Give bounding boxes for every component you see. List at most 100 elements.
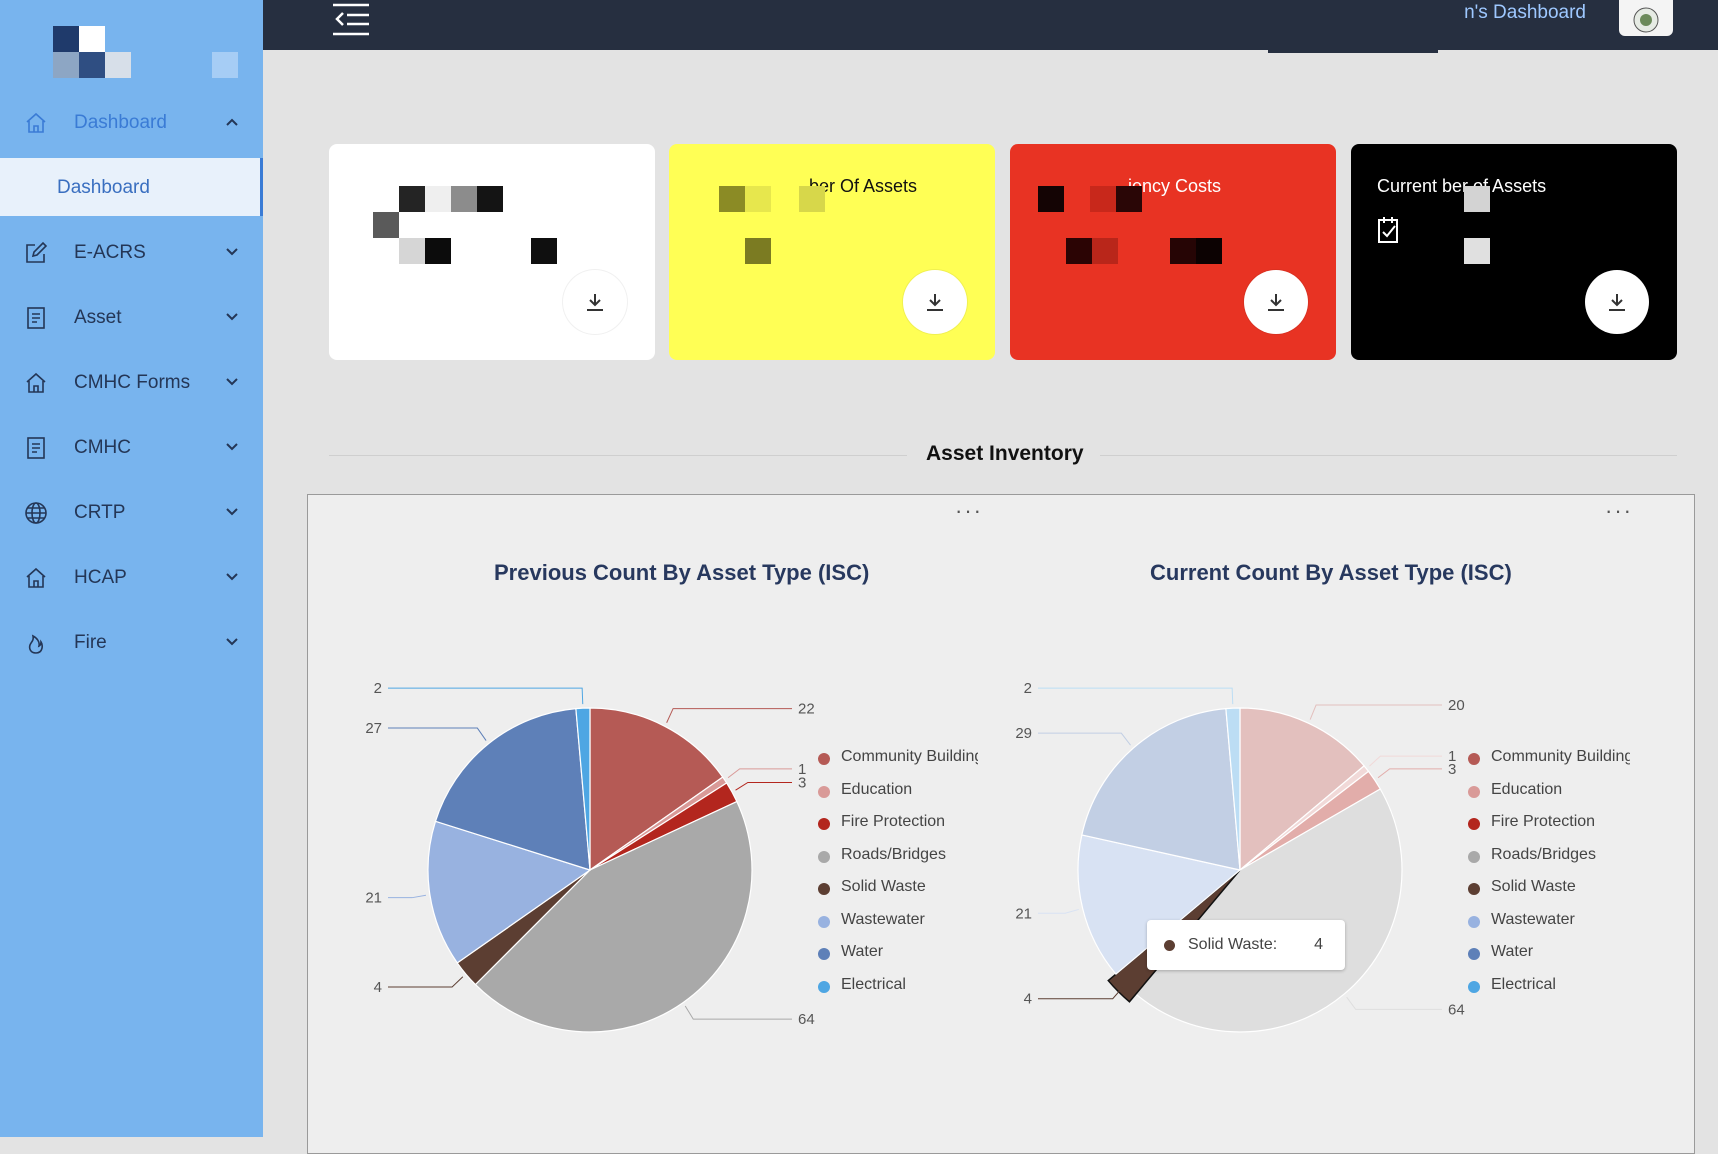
receipt-icon [27,307,45,329]
legend-item[interactable]: Electrical [818,976,978,1009]
sidebar-item-cmhc-forms[interactable]: CMHC Forms [0,355,263,411]
legend-swatch [1468,785,1480,798]
avatar[interactable] [1619,0,1673,36]
chart-title: Previous Count By Asset Type (ISC) [494,560,870,585]
chevron-down-icon [226,378,238,386]
sidebar-item-hcap[interactable]: HCAP [0,550,263,606]
sidebar-subitem-dashboard[interactable]: Dashboard [0,158,263,216]
label-leader-line [388,894,427,899]
data-label: 29 [1015,725,1032,742]
legend-item[interactable]: Roads/Bridges [818,846,978,879]
chart-menu-button[interactable]: ··· [1605,498,1633,524]
legend-item[interactable]: Wastewater [818,911,978,944]
community-seal-icon [1633,7,1659,33]
label-leader-line [1369,755,1442,767]
data-label: 20 [1448,697,1465,714]
download-icon [587,294,603,311]
legend-swatch [1468,915,1480,928]
download-button[interactable] [903,270,967,334]
pie-chart-previous: 221364421272 [365,680,815,1033]
stat-card-1 [329,144,655,360]
chevron-down-icon [226,508,238,516]
label-leader-line [1038,987,1123,1000]
label-leader-line [727,768,792,779]
chart-legend: Community Building Education Fire Protecti… [1468,748,1630,1008]
sidebar-item-crtp[interactable]: CRTP [0,485,263,541]
legend-swatch [818,753,830,765]
download-icon [1268,294,1284,311]
label-leader-line [388,727,487,741]
app-logo [53,26,243,80]
label-leader-line [735,781,792,791]
legend-item[interactable]: Water [1468,943,1630,976]
legend-item[interactable]: Education [1468,781,1630,814]
legend-swatch [1468,948,1480,960]
chevron-down-icon [226,443,238,451]
sidebar-item-dashboard[interactable]: Dashboard [0,95,263,151]
legend-item[interactable]: Community Building [1468,748,1630,781]
data-label: 3 [1448,761,1456,778]
sidebar-item-label: CRTP [74,502,126,523]
data-label: 21 [1015,905,1032,922]
legend-label: Education [1491,780,1563,798]
legend-item[interactable]: Electrical [1468,976,1630,1009]
chevron-down-icon [226,573,238,581]
sidebar-item-asset[interactable]: Asset [0,290,263,346]
download-button[interactable] [1244,270,1308,334]
tooltip-value: 4 [1314,936,1323,953]
download-button[interactable] [563,270,627,334]
legend-swatch [818,948,830,960]
chart-menu-button[interactable]: ··· [955,498,983,524]
sidebar-item-cmhc[interactable]: CMHC [0,420,263,476]
data-label: 64 [1448,1001,1465,1018]
menu-collapse-icon[interactable] [331,2,371,36]
sidebar-item-fire[interactable]: Fire [0,615,263,671]
legend-item[interactable]: Education [818,781,978,814]
legend-swatch [818,883,830,895]
label-leader-line [388,976,464,988]
legend-item[interactable]: Water [818,943,978,976]
sidebar-item-label: CMHC Forms [74,372,191,393]
sidebar-item-label: E-ACRS [74,242,146,263]
legend-label: Fire Protection [841,813,946,830]
data-label: 2 [374,680,382,697]
card-title: ber Of Assets [809,176,918,196]
label-leader-line [388,687,584,705]
legend-item[interactable]: Roads/Bridges [1468,846,1630,879]
receipt-icon [27,437,45,459]
download-button[interactable] [1585,270,1649,334]
data-label: 27 [365,720,382,737]
stat-card-3: iency Costs [1010,144,1336,360]
download-icon [1609,294,1625,311]
section-divider-right [1100,455,1677,456]
legend-item[interactable]: Solid Waste [1468,878,1630,911]
label-leader-line [666,708,792,723]
pie-chart-current: 201364421292 [1015,680,1465,1033]
home-icon [26,567,46,588]
legend-swatch [818,850,830,863]
label-leader-line [1038,908,1079,914]
legend-item[interactable]: Wastewater [1468,911,1630,944]
download-icon [927,294,943,311]
label-leader-line [1038,732,1131,746]
legend-item[interactable]: Community Building [818,748,978,781]
data-label: 4 [1024,991,1032,1008]
legend-label: Wastewater [1491,910,1575,928]
legend-swatch [1468,753,1480,765]
chart-title: Current Count By Asset Type (ISC) [1150,560,1512,585]
legend-label: Solid Waste [841,878,926,895]
sidebar-item-e-acrs[interactable]: E-ACRS [0,225,263,281]
legend-label: Electrical [841,975,906,993]
legend-label: Solid Waste [1491,878,1576,895]
label-leader-line [1346,996,1442,1010]
chevron-down-icon [226,313,238,321]
legend-item[interactable]: Solid Waste [818,878,978,911]
chevron-down-icon [226,248,238,256]
chart-tooltip: Solid Waste: 4 [1147,920,1345,970]
legend-swatch [1468,850,1480,863]
data-label: 4 [374,979,382,996]
chevron-up-icon [226,118,238,126]
legend-label: Electrical [1491,975,1556,993]
legend-item[interactable]: Fire Protection [818,813,978,846]
legend-item[interactable]: Fire Protection [1468,813,1630,846]
